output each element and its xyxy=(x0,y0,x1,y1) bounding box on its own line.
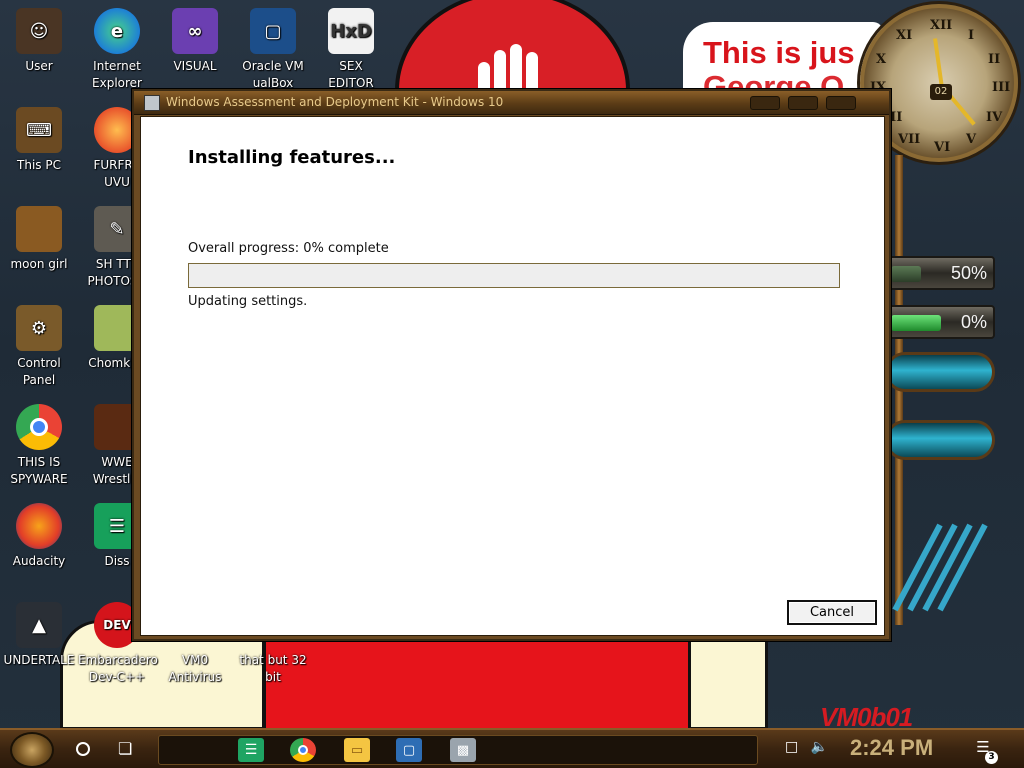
gauge-text: 0% xyxy=(960,312,987,332)
taskbar-clock[interactable]: 2:24 PM xyxy=(850,735,950,761)
taskbar-app-sheets[interactable]: ☰ xyxy=(238,738,264,762)
decorative-pipes-graphic xyxy=(892,523,988,612)
chrome-icon xyxy=(16,404,62,450)
clock-numeral: XII xyxy=(930,18,953,33)
desktop-icon-this-pc[interactable]: ⌨ This PC xyxy=(0,107,78,174)
wallpaper-cream-shape-right xyxy=(688,630,768,730)
desktop-icon-label: Internet Explorer xyxy=(92,59,142,90)
clock-numeral: IV xyxy=(986,110,1003,125)
memory-gauge-widget: 0% xyxy=(885,305,995,339)
dialog-titlebar[interactable]: Windows Assessment and Deployment Kit - … xyxy=(134,91,889,115)
glass-tube-widget xyxy=(885,420,995,460)
minimize-button[interactable] xyxy=(750,96,780,110)
unity-icon: ▲ xyxy=(16,602,62,648)
desktop-icon-visual-studio[interactable]: ∞ VISUAL xyxy=(156,8,234,75)
gauge-fill xyxy=(891,315,941,331)
desktop-icon-chrome[interactable]: THIS IS SPYWARE xyxy=(0,404,78,488)
hex-editor-icon: HxD xyxy=(328,8,374,54)
progress-bar xyxy=(188,263,840,288)
desktop-icon-moon-girl[interactable]: moon girl xyxy=(0,206,78,273)
desktop-icon-hex-editor[interactable]: HxD SEX EDITOR xyxy=(312,8,390,92)
taskbar: ❏ ☰ ▭ ▢ ▩ □ 🔈 2:24 PM ☰ 3 xyxy=(0,728,1024,768)
task-view-icon[interactable]: ❏ xyxy=(118,739,132,758)
taskbar-app-explorer[interactable]: ▭ xyxy=(344,738,370,762)
clock-hour-hand xyxy=(933,38,944,89)
system-tray: □ 🔈 xyxy=(785,739,828,755)
desktop-icon-label: User xyxy=(25,59,53,73)
sheets-icon: ☰ xyxy=(244,742,258,758)
installer-icon xyxy=(144,95,160,111)
computer-icon: ⌨ xyxy=(16,107,62,153)
desktop-icon-label: This PC xyxy=(17,158,61,172)
desktop-icon-label: Embarcadero Dev-C++ xyxy=(78,653,158,684)
gauge-text: 50% xyxy=(950,263,987,283)
folder-icon: ▭ xyxy=(350,742,364,758)
clock-numeral: X xyxy=(876,52,887,67)
desktop-icon-user[interactable]: ☺ User xyxy=(0,8,78,75)
desktop-icon-undertale[interactable]: ▲ UNDERTALE xyxy=(0,602,78,669)
wallpaper-quote-line1: This is jus xyxy=(703,35,855,70)
clock-numeral: VII xyxy=(898,132,921,147)
start-button[interactable] xyxy=(10,732,54,768)
taskbar-app-chrome[interactable] xyxy=(290,738,316,762)
page-title: Installing features... xyxy=(188,147,396,168)
clock-numeral: VI xyxy=(934,140,951,155)
desktop-icon-label: THIS IS SPYWARE xyxy=(10,455,68,486)
desktop-icon-virtualbox[interactable]: ▢ Oracle VM ualBox xyxy=(234,8,312,92)
taskbar-app-installer[interactable]: ▩ xyxy=(450,738,476,762)
desktop-icon-label: VISUAL xyxy=(173,59,217,73)
taskbar-app-virtualbox[interactable]: ▢ xyxy=(396,738,422,762)
desktop-icon-label: VM0 Antivirus xyxy=(168,653,222,684)
volume-muted-icon[interactable]: 🔈 xyxy=(811,739,828,755)
visual-studio-icon: ∞ xyxy=(172,8,218,54)
gauge-fill xyxy=(891,266,921,282)
virtualbox-icon: ▢ xyxy=(402,742,416,758)
desktop-icon-label: moon girl xyxy=(10,257,68,271)
clock-numeral: I xyxy=(968,28,975,43)
desktop-icon-label: Audacity xyxy=(12,554,66,568)
cancel-button[interactable]: Cancel xyxy=(787,600,877,625)
clock-date: 02 xyxy=(930,84,952,100)
status-text: Updating settings. xyxy=(188,294,308,309)
virtualbox-icon: ▢ xyxy=(250,8,296,54)
folder-icon xyxy=(16,206,62,252)
chrome-icon xyxy=(298,745,308,755)
network-icon[interactable]: □ xyxy=(785,739,798,755)
notification-center-icon[interactable]: ☰ 3 xyxy=(970,738,998,764)
notification-badge: 3 xyxy=(985,751,998,764)
desktop-icon-label: that but 32 bit xyxy=(239,653,307,684)
user-icon: ☺ xyxy=(16,8,62,54)
desktop-icon-label: Oracle VM ualBox xyxy=(242,59,304,90)
clock-numeral: II xyxy=(988,52,1001,67)
dialog-title: Windows Assessment and Deployment Kit - … xyxy=(166,95,504,109)
edge-icon: e xyxy=(94,8,140,54)
desktop-icon-internet-explorer[interactable]: e Internet Explorer xyxy=(78,8,156,92)
desktop-icon-label: Control Panel xyxy=(17,356,61,387)
clock-numeral: V xyxy=(966,132,977,147)
progress-label: Overall progress: 0% complete xyxy=(188,241,389,256)
desktop-icon-audacity[interactable]: Audacity xyxy=(0,503,78,570)
clock-numeral: III xyxy=(992,80,1011,95)
cpu-gauge-widget: 50% xyxy=(885,256,995,290)
clock-numeral: XI xyxy=(896,28,913,43)
glass-tube-widget xyxy=(885,352,995,392)
installer-icon: ▩ xyxy=(456,742,470,758)
close-button[interactable] xyxy=(826,96,856,110)
desktop-icon-control-panel[interactable]: ⚙ Control Panel xyxy=(0,305,78,389)
desktop-icon-label: SEX EDITOR xyxy=(328,59,374,90)
installer-dialog: Windows Assessment and Deployment Kit - … xyxy=(132,89,891,641)
maximize-button[interactable] xyxy=(788,96,818,110)
audacity-icon xyxy=(16,503,62,549)
control-panel-icon: ⚙ xyxy=(16,305,62,351)
dialog-content: Installing features... Overall progress:… xyxy=(140,116,885,636)
desktop-icon-label: UNDERTALE xyxy=(3,653,75,667)
cortana-icon[interactable] xyxy=(76,742,90,756)
